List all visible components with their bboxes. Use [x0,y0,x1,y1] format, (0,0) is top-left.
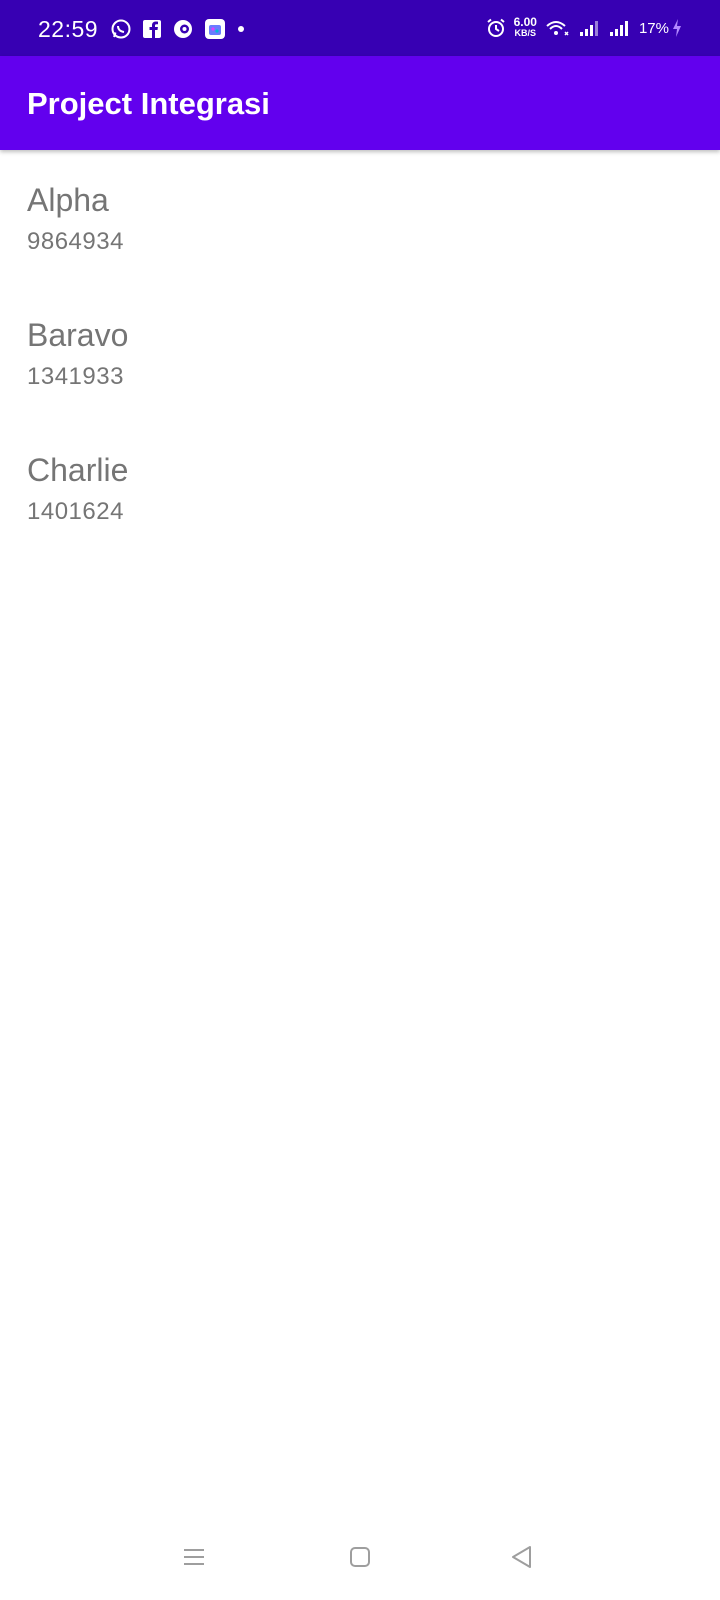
list-item[interactable]: Baravo 1341933 [0,285,720,420]
charging-icon [672,18,682,38]
list-item[interactable]: Charlie 1401624 [0,420,720,555]
network-speed-unit: KB/S [514,28,537,38]
signal-sim1-icon [579,19,601,37]
list-item[interactable]: Alpha 9864934 [0,150,720,285]
menu-icon [182,1547,206,1572]
network-speed: 6.00 KB/S [513,15,537,39]
battery-percent: 17% [638,19,669,37]
page-title: Project Integrasi [27,86,270,121]
wifi-icon [545,18,571,38]
contact-number: 1341933 [27,363,124,390]
more-notifications-dot-icon [236,24,246,34]
home-button[interactable] [340,1539,380,1579]
status-bar: 22:59 6.00 KB/S 17% [0,0,720,56]
contact-name: Charlie [27,452,129,488]
facebook-icon [142,19,162,39]
status-time: 22:59 [38,16,99,42]
home-icon [349,1546,371,1573]
network-speed-value: 6.00 [513,15,537,29]
alarm-icon [486,18,506,38]
contact-name: Baravo [27,317,129,353]
contact-number: 9864934 [27,228,124,255]
app-bar: Project Integrasi [0,56,720,150]
contact-name: Alpha [27,182,109,218]
notification-icons [110,18,256,40]
contact-number: 1401624 [27,498,124,525]
contact-list: Alpha 9864934 Baravo 1341933 Charlie 140… [0,150,720,555]
back-button[interactable] [502,1539,542,1579]
whatsapp-icon [110,18,132,40]
store-icon [204,18,226,40]
back-icon [510,1545,534,1574]
navigation-bar [0,1525,720,1600]
messenger-icon [172,18,194,40]
recent-apps-button[interactable] [174,1539,214,1579]
status-indicators: 6.00 KB/S 17% [478,15,682,39]
signal-sim2-icon [609,19,631,37]
